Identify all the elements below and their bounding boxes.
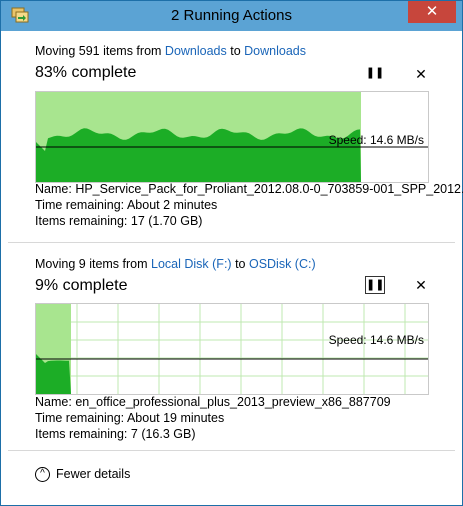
- op2-speed-label: Speed: 14.6 MB/s: [328, 333, 424, 347]
- op1-moving-text: Moving 591 items from Downloads to Downl…: [35, 44, 306, 58]
- op1-speed-graph: Speed: 14.6 MB/s: [35, 91, 429, 183]
- op1-source-link[interactable]: Downloads: [165, 44, 227, 58]
- op1-name-label: Name:: [35, 182, 72, 196]
- title-bar[interactable]: 2 Running Actions ✕: [1, 1, 462, 31]
- op1-cancel-button[interactable]: ✕: [413, 65, 429, 83]
- op2-time-row: Time remaining: About 19 minutes: [35, 410, 391, 426]
- op1-pause-button[interactable]: ❚❚: [365, 65, 385, 83]
- op2-name-value: en_office_professional_plus_2013_preview…: [75, 395, 391, 409]
- op2-name-label: Name:: [35, 395, 72, 409]
- op1-time-value: About 2 minutes: [126, 198, 218, 212]
- op1-name-row: Name: HP_Service_Pack_for_Proliant_2012.…: [35, 181, 463, 197]
- op2-items-label: Items remaining:: [35, 427, 128, 441]
- op1-percent-complete: 83% complete: [35, 64, 137, 81]
- copy-dialog-window: 2 Running Actions ✕ Moving 591 items fro…: [0, 0, 463, 506]
- fewer-details-toggle[interactable]: ^ Fewer details: [35, 467, 130, 483]
- op2-items-row: Items remaining: 7 (16.3 GB): [35, 426, 391, 442]
- op1-items-label: Items remaining:: [35, 214, 128, 228]
- op1-time-label: Time remaining:: [35, 198, 125, 212]
- op2-items-value: 7 (16.3 GB): [130, 427, 196, 441]
- window-close-button[interactable]: ✕: [408, 1, 456, 23]
- op2-moving-text: Moving 9 items from Local Disk (F:) to O…: [35, 257, 316, 271]
- op1-items-value: 17 (1.70 GB): [130, 214, 203, 228]
- chevron-up-icon: ^: [35, 467, 50, 483]
- op1-time-row: Time remaining: About 2 minutes: [35, 197, 463, 213]
- operation-1: Moving 591 items from Downloads to Downl…: [8, 31, 463, 239]
- op2-destination-link[interactable]: OSDisk (C:): [249, 257, 316, 271]
- op1-to-word: to: [226, 44, 245, 58]
- op1-details: Name: HP_Service_Pack_for_Proliant_2012.…: [35, 181, 463, 229]
- op1-items-row: Items remaining: 17 (1.70 GB): [35, 213, 463, 229]
- operation-2: Moving 9 items from Local Disk (F:) to O…: [8, 243, 455, 449]
- op2-to-word: to: [231, 257, 249, 271]
- op2-source-link[interactable]: Local Disk (F:): [151, 257, 232, 271]
- op2-time-value: About 19 minutes: [126, 411, 225, 425]
- op1-name-value: HP_Service_Pack_for_Proliant_2012.08.0-0…: [75, 182, 463, 196]
- op2-speed-graph: Speed: 14.6 MB/s: [35, 303, 429, 395]
- op2-moving-prefix: Moving 9 items from: [35, 257, 152, 271]
- separator: [8, 450, 455, 451]
- dialog-body: Moving 591 items from Downloads to Downl…: [8, 31, 463, 500]
- op2-name-row: Name: en_office_professional_plus_2013_p…: [35, 394, 391, 410]
- op2-graph-svg: [36, 304, 428, 394]
- op2-cancel-button[interactable]: ✕: [413, 276, 429, 294]
- op2-details: Name: en_office_professional_plus_2013_p…: [35, 394, 391, 442]
- op2-time-label: Time remaining:: [35, 411, 125, 425]
- op1-destination-link[interactable]: Downloads: [244, 44, 306, 58]
- op1-moving-prefix: Moving 591 items from: [35, 44, 165, 58]
- fewer-details-label[interactable]: Fewer details: [56, 467, 130, 481]
- op1-speed-label: Speed: 14.6 MB/s: [328, 133, 424, 147]
- op2-pause-button[interactable]: ❚❚: [365, 276, 385, 294]
- op2-percent-complete: 9% complete: [35, 277, 128, 294]
- window-title: 2 Running Actions: [171, 7, 292, 24]
